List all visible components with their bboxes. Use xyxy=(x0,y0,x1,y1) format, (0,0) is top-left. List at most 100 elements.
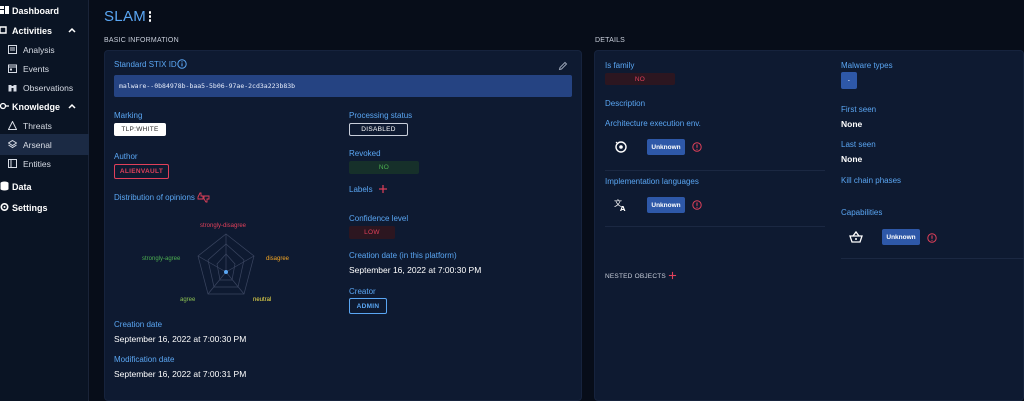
radar-neutral: neutral xyxy=(253,297,272,303)
creator-label: Creator xyxy=(349,287,376,296)
radar-disagree: disagree xyxy=(266,256,290,262)
labels-label: Labels xyxy=(349,185,373,194)
info-icon[interactable] xyxy=(177,59,187,69)
opinions-label: Distribution of opinions xyxy=(114,193,195,202)
nav-activities[interactable]: Activities xyxy=(0,20,89,41)
gear-icon xyxy=(0,202,9,212)
events-icon xyxy=(8,64,17,73)
analysis-icon xyxy=(8,45,17,54)
stix-id-value: malware--0b84978b-baa5-5b06-97ae-2cd3a22… xyxy=(114,75,572,97)
architecture-chip-icon xyxy=(615,141,627,153)
last-seen-value: None xyxy=(841,154,863,164)
nav-arsenal-label: Arsenal xyxy=(23,139,52,150)
threats-icon xyxy=(8,121,17,130)
sidebar: Dashboard Activities Analysis Events Obs… xyxy=(0,0,89,401)
modification-date-label: Modification date xyxy=(114,355,175,364)
chevron-up-icon[interactable] xyxy=(67,101,77,111)
marking-chip: TLP:WHITE xyxy=(114,123,166,136)
nav-knowledge-label: Knowledge xyxy=(12,101,61,112)
modification-date-value: September 16, 2022 at 7:00:31 PM xyxy=(114,369,247,379)
kill-chain-label: Kill chain phases xyxy=(841,176,902,185)
translate-icon: 文A xyxy=(614,198,626,212)
nav-dashboard[interactable]: Dashboard xyxy=(0,0,89,21)
nav-threats-label: Threats xyxy=(23,120,52,131)
entities-icon xyxy=(8,159,17,168)
basket-icon xyxy=(849,230,863,243)
binoculars-icon xyxy=(8,85,17,92)
processing-status-chip: DISABLED xyxy=(349,123,408,136)
chevron-up-icon[interactable] xyxy=(67,25,77,35)
malware-types-chip: - xyxy=(841,72,857,89)
add-label-icon[interactable] xyxy=(378,184,388,194)
creation-date-value: September 16, 2022 at 7:00:30 PM xyxy=(114,334,247,344)
nav-analysis[interactable]: Analysis xyxy=(0,39,89,60)
divider xyxy=(605,170,825,171)
platform-creation-date-label: Creation date (in this platform) xyxy=(349,251,457,260)
creation-date-label: Creation date xyxy=(114,320,163,329)
activities-icon xyxy=(0,26,7,34)
nav-observations[interactable]: Observations xyxy=(0,77,89,98)
stix-id-label: Standard STIX ID xyxy=(114,60,177,69)
is-family-label: Is family xyxy=(605,61,635,70)
layers-icon xyxy=(8,140,17,149)
nav-settings-label: Settings xyxy=(12,202,48,213)
radar-agree: agree xyxy=(180,297,196,303)
info-icon[interactable] xyxy=(927,233,937,243)
nav-entities-label: Entities xyxy=(23,158,51,169)
revoked-label: Revoked xyxy=(349,149,381,158)
edit-pencil-icon[interactable] xyxy=(558,61,568,71)
divider xyxy=(841,258,1024,259)
revoked-chip: NO xyxy=(349,161,419,174)
architecture-unknown-button[interactable]: Unknown xyxy=(647,139,685,155)
author-chip[interactable]: ALIENVAULT xyxy=(114,164,169,179)
capabilities-unknown-button[interactable]: Unknown xyxy=(882,229,920,245)
first-seen-value: None xyxy=(841,119,863,129)
nav-dashboard-label: Dashboard xyxy=(12,5,60,16)
author-label: Author xyxy=(114,152,138,161)
basic-information-heading: BASIC INFORMATION xyxy=(104,37,179,44)
nav-events[interactable]: Events xyxy=(0,58,89,79)
architecture-label: Architecture execution env. xyxy=(605,119,701,128)
implementation-languages-label: Implementation languages xyxy=(605,177,699,186)
nav-knowledge[interactable]: Knowledge xyxy=(0,96,89,117)
nav-settings[interactable]: Settings xyxy=(0,197,89,218)
nav-activities-label: Activities xyxy=(12,25,53,36)
nav-entities[interactable]: Entities xyxy=(0,153,89,174)
database-icon xyxy=(0,181,9,191)
marking-label: Marking xyxy=(114,111,143,120)
opinions-radar xyxy=(197,233,255,295)
nav-analysis-label: Analysis xyxy=(23,44,55,55)
details-heading: DETAILS xyxy=(595,37,626,44)
creator-chip[interactable]: ADMIN xyxy=(349,298,387,314)
dashboard-icon xyxy=(0,6,9,14)
add-nested-object-icon[interactable] xyxy=(668,271,677,280)
description-label: Description xyxy=(605,99,646,108)
knowledge-icon xyxy=(0,102,9,110)
implementation-unknown-button[interactable]: Unknown xyxy=(647,197,685,213)
nested-objects-heading: NESTED OBJECTS xyxy=(605,273,666,280)
nav-data[interactable]: Data xyxy=(0,176,89,197)
platform-creation-date-value: September 16, 2022 at 7:00:30 PM xyxy=(349,265,482,275)
more-options-icon[interactable] xyxy=(147,11,153,23)
basic-information-card xyxy=(104,50,582,401)
malware-types-label: Malware types xyxy=(841,61,893,70)
info-icon[interactable] xyxy=(692,200,702,210)
nav-threats[interactable]: Threats xyxy=(0,115,89,136)
first-seen-label: First seen xyxy=(841,105,877,114)
nav-events-label: Events xyxy=(23,63,49,74)
radar-strongly-agree: strongly-agree xyxy=(142,256,181,262)
last-seen-label: Last seen xyxy=(841,140,876,149)
confidence-level-chip: LOW xyxy=(349,226,395,239)
processing-status-label: Processing status xyxy=(349,111,413,120)
info-icon[interactable] xyxy=(692,142,702,152)
confidence-level-label: Confidence level xyxy=(349,214,409,223)
capabilities-label: Capabilities xyxy=(841,208,883,217)
nav-data-label: Data xyxy=(12,181,32,192)
radar-strongly-disagree: strongly-disagree xyxy=(200,223,247,229)
thumbs-icon[interactable] xyxy=(197,192,210,203)
nav-observations-label: Observations xyxy=(23,82,74,93)
nav-arsenal[interactable]: Arsenal xyxy=(0,134,89,155)
page-title: SLAM xyxy=(104,8,147,25)
svg-text:A: A xyxy=(620,205,626,212)
divider xyxy=(605,226,825,227)
